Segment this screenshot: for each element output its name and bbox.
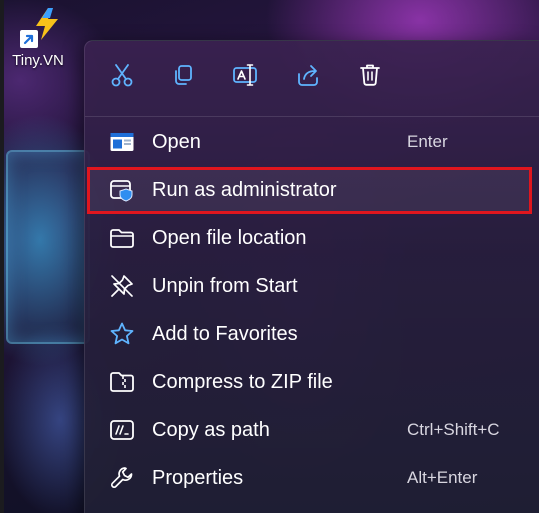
lightning-app-icon <box>14 6 62 50</box>
desktop-shortcut-tiny-vn[interactable]: Tiny.VN <box>4 6 72 69</box>
path-icon <box>109 417 135 443</box>
copy-icon <box>175 65 192 85</box>
menu-item-label: Compress to ZIP file <box>152 370 333 393</box>
menu-item-open[interactable]: Open Enter <box>89 120 530 164</box>
context-menu-toolbar <box>85 41 539 111</box>
rename-icon <box>233 64 257 86</box>
menu-item-add-to-favorites[interactable]: Add to Favorites <box>89 312 530 356</box>
menu-item-shortcut: Ctrl+Shift+C <box>407 420 500 439</box>
desktop-shortcut-label: Tiny.VN <box>12 52 64 69</box>
share-button[interactable] <box>294 61 322 89</box>
cut-button[interactable] <box>108 61 136 89</box>
copy-button[interactable] <box>170 61 198 89</box>
shortcut-arrow-icon <box>20 30 38 48</box>
window-icon <box>109 129 135 155</box>
menu-item-properties[interactable]: Properties Alt+Enter <box>89 456 530 500</box>
star-icon <box>109 321 135 347</box>
menu-item-shortcut: Enter <box>407 132 448 151</box>
menu-item-open-file-location[interactable]: Open file location <box>89 216 530 260</box>
menu-item-compress-to-zip[interactable]: Compress to ZIP file <box>89 360 530 404</box>
trash-icon <box>360 64 380 86</box>
menu-item-shortcut: Alt+Enter <box>407 468 478 487</box>
menu-item-unpin-from-start[interactable]: Unpin from Start <box>89 264 530 308</box>
zip-folder-icon <box>109 369 135 395</box>
menu-item-label: Open <box>152 130 201 153</box>
scissors-icon <box>111 64 133 87</box>
menu-item-label: Add to Favorites <box>152 322 298 345</box>
menu-item-label: Run as administrator <box>152 178 337 201</box>
rename-button[interactable] <box>232 61 260 89</box>
menu-item-copy-as-path[interactable]: Copy as path Ctrl+Shift+C <box>89 408 530 452</box>
menu-item-run-as-administrator[interactable]: Run as administrator <box>89 168 530 212</box>
window-edge <box>0 0 4 513</box>
menu-item-label: Properties <box>152 466 244 489</box>
toolbar-separator <box>85 116 539 117</box>
menu-item-label: Open file location <box>152 226 307 249</box>
share-icon <box>298 65 318 86</box>
menu-item-label: Copy as path <box>152 418 270 441</box>
delete-button[interactable] <box>356 61 384 89</box>
unpin-icon <box>109 273 135 299</box>
context-menu: Open Enter Run as administrator Open fil… <box>84 40 539 513</box>
folder-icon <box>109 225 135 251</box>
wrench-icon <box>109 465 135 491</box>
menu-item-label: Unpin from Start <box>152 274 298 297</box>
shield-window-icon <box>109 177 135 203</box>
